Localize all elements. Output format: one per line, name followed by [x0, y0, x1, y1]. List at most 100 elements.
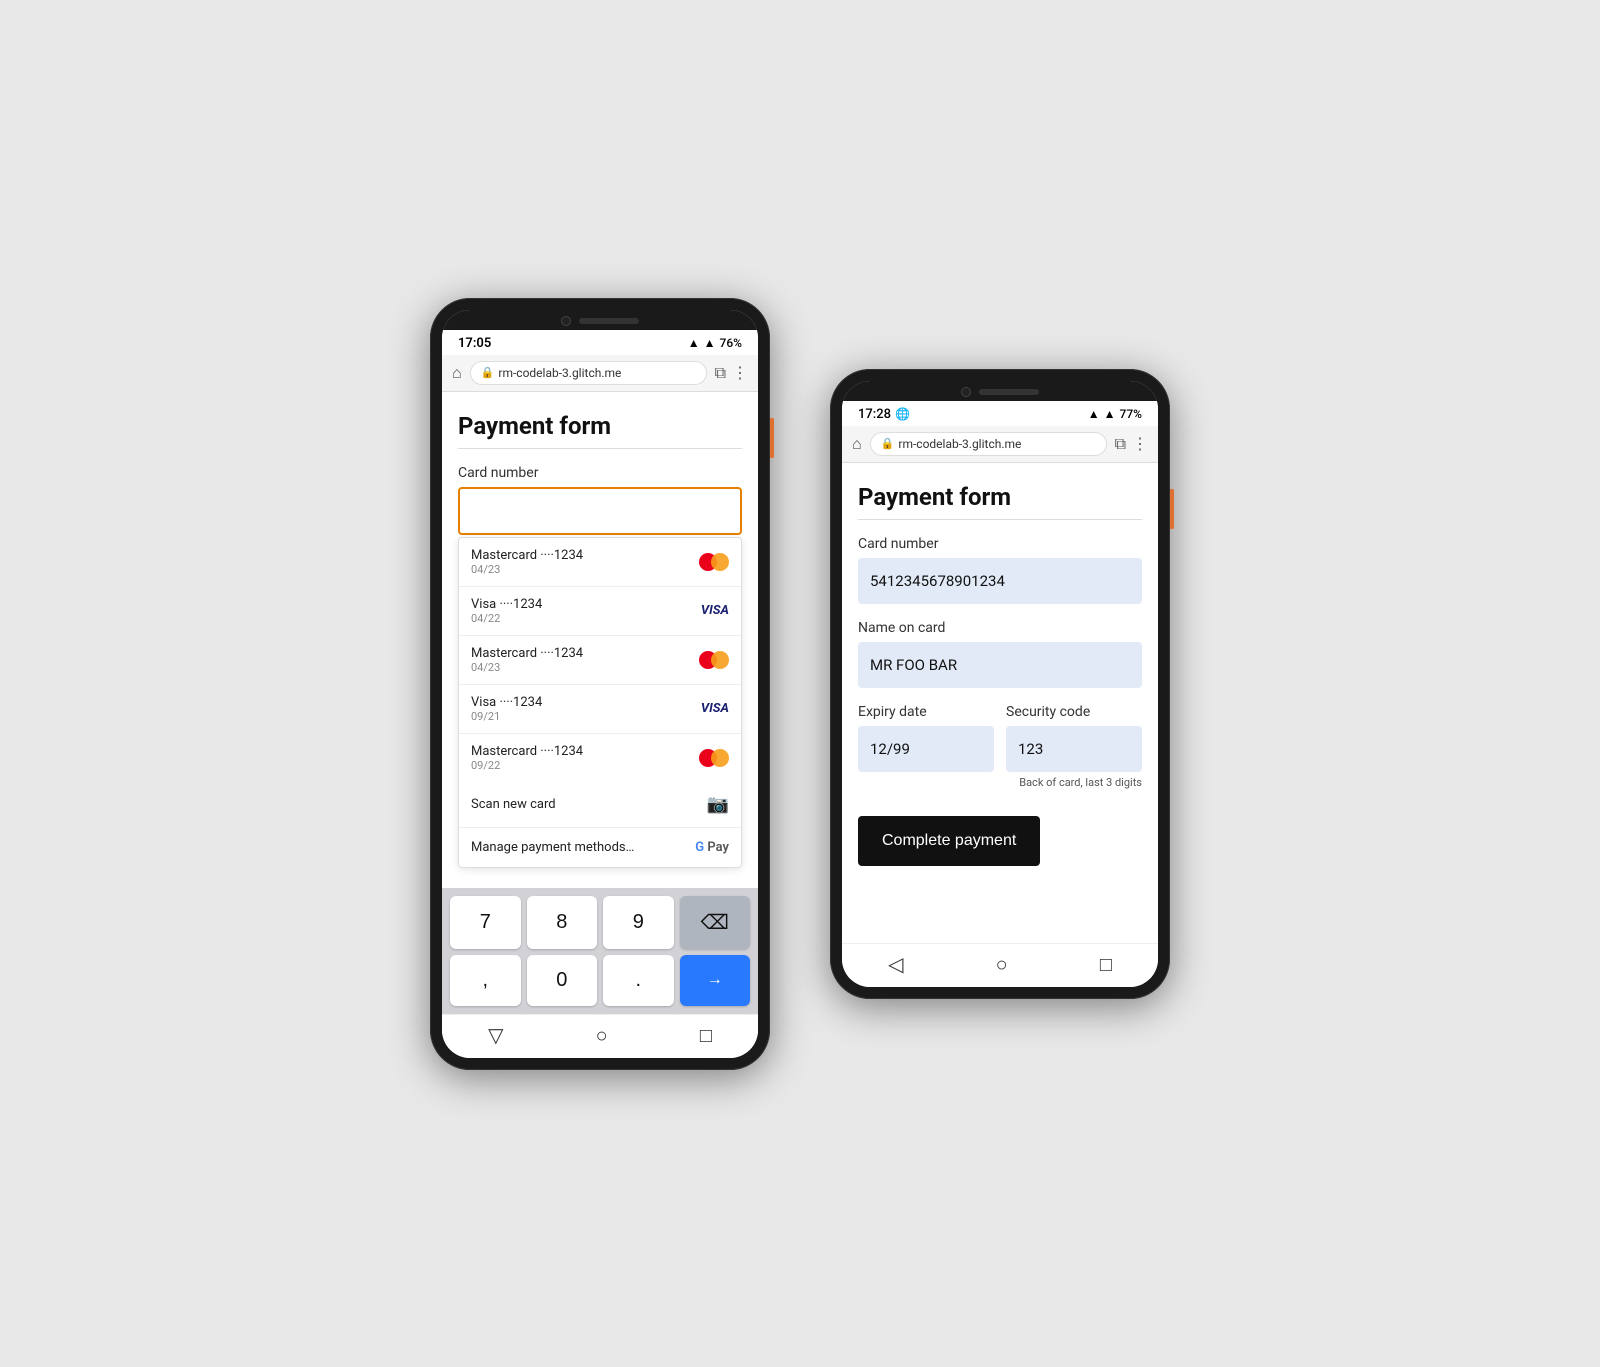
- status-icons-left: ▲ ▲ 76%: [688, 336, 742, 350]
- card-number-label-left: Card number: [458, 465, 742, 481]
- home-nav-left[interactable]: ○: [596, 1023, 608, 1048]
- key-next[interactable]: →: [680, 955, 751, 1006]
- complete-payment-button[interactable]: Complete payment: [858, 816, 1040, 866]
- numeric-keyboard: 7 8 9 ⌫ , 0 . →: [442, 888, 758, 1014]
- browser-chrome-right: ⌂ 🔒 rm-codelab-3.glitch.me ⧉ ⋮: [842, 426, 1158, 463]
- left-phone-inner: 17:05 ▲ ▲ 76% ⌂ 🔒 rm-codelab-3.glitch.me…: [442, 310, 758, 1058]
- expiry-label: Expiry date: [858, 704, 994, 720]
- home-icon-right[interactable]: ⌂: [852, 434, 862, 454]
- front-camera-right: [961, 387, 971, 397]
- menu-right[interactable]: ⋮: [1132, 434, 1148, 454]
- url-text-left: rm-codelab-3.glitch.me: [498, 366, 621, 380]
- autofill-card-name-2: Mastercard ····1234: [471, 646, 583, 661]
- left-phone: 17:05 ▲ ▲ 76% ⌂ 🔒 rm-codelab-3.glitch.me…: [430, 298, 770, 1070]
- battery-left: 76%: [720, 336, 742, 350]
- page-content-right: Payment form Card number 541234567890123…: [842, 463, 1158, 943]
- status-icons-right: ▲ ▲ 77%: [1088, 407, 1142, 421]
- expiry-security-group: Expiry date 12/99 Security code 123 Back…: [858, 704, 1142, 789]
- scan-card-row[interactable]: Scan new card 📷: [459, 782, 741, 828]
- right-phone-inner: 17:28 🌐 ▲ ▲ 77% ⌂ 🔒 rm-codelab-3.glitch.…: [842, 381, 1158, 987]
- side-button: [770, 418, 774, 458]
- recents-nav-right[interactable]: □: [1100, 952, 1112, 977]
- page-content-left: Payment form Card number Mastercard ····…: [442, 392, 758, 888]
- autofill-card-info-4: Mastercard ····123409/22: [471, 744, 583, 772]
- autofill-card-date-0: 04/23: [471, 563, 583, 576]
- wifi-icon-right: ▲: [1088, 407, 1100, 421]
- card-number-label-right: Card number: [858, 536, 1142, 552]
- key-backspace[interactable]: ⌫: [680, 896, 751, 949]
- autofill-card-info-1: Visa ····123404/22: [471, 597, 542, 625]
- tab-switcher-left[interactable]: ⧉: [715, 363, 726, 383]
- home-icon-left[interactable]: ⌂: [452, 363, 462, 383]
- back-nav-left[interactable]: ▽: [488, 1023, 503, 1048]
- autofill-card-row-2[interactable]: Mastercard ····123404/23: [459, 636, 741, 685]
- card-logo-3: VISA: [701, 701, 729, 716]
- autofill-card-date-4: 09/22: [471, 759, 583, 772]
- tab-switcher-right[interactable]: ⧉: [1115, 434, 1126, 454]
- security-value[interactable]: 123: [1006, 726, 1142, 772]
- autofill-card-name-1: Visa ····1234: [471, 597, 542, 612]
- page-title-right: Payment form: [858, 483, 1142, 511]
- expiry-group: Expiry date 12/99: [858, 704, 994, 789]
- manage-payment-row[interactable]: Manage payment methods… G Pay: [459, 828, 741, 867]
- autofill-card-info-3: Visa ····123409/21: [471, 695, 542, 723]
- right-phone: 17:28 🌐 ▲ ▲ 77% ⌂ 🔒 rm-codelab-3.glitch.…: [830, 369, 1170, 999]
- name-group: Name on card MR FOO BAR: [858, 620, 1142, 688]
- time-area-right: 17:28 🌐: [858, 407, 910, 422]
- key-7[interactable]: 7: [450, 896, 521, 949]
- expiry-value[interactable]: 12/99: [858, 726, 994, 772]
- autofill-list: Mastercard ····123404/23Visa ····123404/…: [458, 537, 742, 868]
- camera-icon: 📷: [707, 794, 729, 815]
- browser-actions-right: ⧉ ⋮: [1115, 434, 1148, 454]
- recents-nav-left[interactable]: □: [700, 1023, 712, 1048]
- back-nav-right[interactable]: ◁: [888, 952, 903, 977]
- status-time-left: 17:05: [458, 336, 491, 351]
- front-camera-left: [561, 316, 571, 326]
- key-period[interactable]: .: [603, 955, 674, 1006]
- browser-chrome-left: ⌂ 🔒 rm-codelab-3.glitch.me ⧉ ⋮: [442, 355, 758, 392]
- autofill-card-row-3[interactable]: Visa ····123409/21 VISA: [459, 685, 741, 734]
- signal-icon-left: ▲: [704, 336, 716, 350]
- autofill-card-name-3: Visa ····1234: [471, 695, 542, 710]
- card-logo-2: [699, 651, 729, 669]
- bottom-nav-left: ▽ ○ □: [442, 1014, 758, 1058]
- signal-icon-right: ▲: [1104, 407, 1116, 421]
- security-hint: Back of card, last 3 digits: [1006, 776, 1142, 789]
- lock-icon-right: 🔒: [881, 437, 895, 450]
- status-time-right: 17:28: [858, 407, 891, 422]
- key-comma[interactable]: ,: [450, 955, 521, 1006]
- key-9[interactable]: 9: [603, 896, 674, 949]
- autofill-card-info-0: Mastercard ····123404/23: [471, 548, 583, 576]
- status-bar-left: 17:05 ▲ ▲ 76%: [442, 330, 758, 355]
- autofill-card-info-2: Mastercard ····123404/23: [471, 646, 583, 674]
- battery-right: 77%: [1120, 407, 1142, 421]
- autofill-card-row-0[interactable]: Mastercard ····123404/23: [459, 538, 741, 587]
- card-logo-4: [699, 749, 729, 767]
- autofill-card-date-3: 09/21: [471, 710, 542, 723]
- autofill-card-name-4: Mastercard ····1234: [471, 744, 583, 759]
- gpay-logo: G Pay: [695, 840, 729, 855]
- autofill-card-row-1[interactable]: Visa ····123404/22 VISA: [459, 587, 741, 636]
- card-logo-1: VISA: [701, 603, 729, 618]
- scan-label: Scan new card: [471, 797, 556, 812]
- divider-left: [458, 448, 742, 449]
- home-nav-right[interactable]: ○: [996, 952, 1008, 977]
- right-phone-wrapper: 17:28 🌐 ▲ ▲ 77% ⌂ 🔒 rm-codelab-3.glitch.…: [830, 369, 1170, 999]
- card-number-input-left[interactable]: [458, 487, 742, 535]
- browser-actions-left: ⧉ ⋮: [715, 363, 748, 383]
- page-title-left: Payment form: [458, 412, 742, 440]
- speaker-left: [579, 318, 639, 324]
- phone-top-bar-right: [842, 381, 1158, 401]
- globe-icon: 🌐: [895, 407, 910, 421]
- card-number-group: Card number 5412345678901234: [858, 536, 1142, 604]
- url-bar-right[interactable]: 🔒 rm-codelab-3.glitch.me: [870, 432, 1107, 456]
- name-value[interactable]: MR FOO BAR: [858, 642, 1142, 688]
- card-number-value[interactable]: 5412345678901234: [858, 558, 1142, 604]
- key-0[interactable]: 0: [527, 955, 598, 1006]
- divider-right: [858, 519, 1142, 520]
- phone-top-bar-left: [442, 310, 758, 330]
- autofill-card-row-4[interactable]: Mastercard ····123409/22: [459, 734, 741, 782]
- menu-left[interactable]: ⋮: [732, 363, 748, 383]
- url-bar-left[interactable]: 🔒 rm-codelab-3.glitch.me: [470, 361, 707, 385]
- key-8[interactable]: 8: [527, 896, 598, 949]
